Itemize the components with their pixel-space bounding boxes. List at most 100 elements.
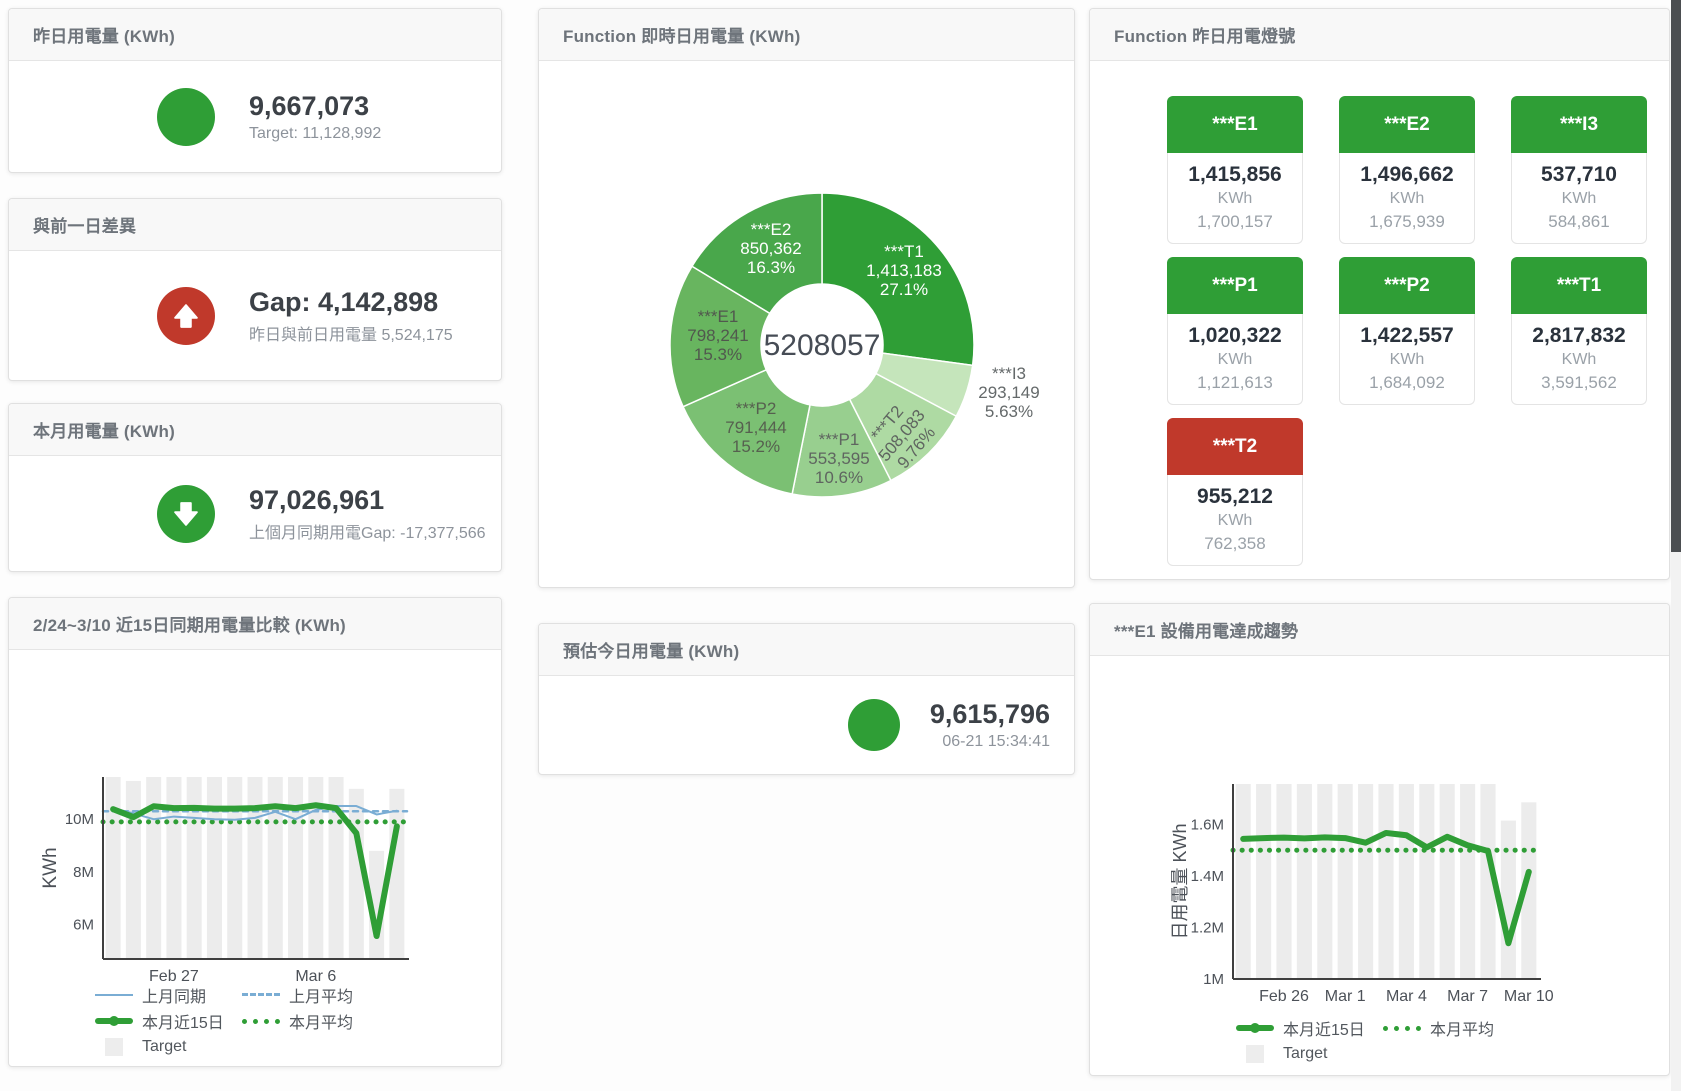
realtime-donut-chart[interactable]: ***T11,413,18327.1%***I3293,1495.63%***T… [539, 61, 1074, 587]
target-bar[interactable] [1236, 784, 1251, 979]
card-compare-chart: 2/24~3/10 近15日同期用電量比較 (KWh) 6M8M10MFeb 2… [8, 597, 502, 1067]
target-bar[interactable] [1440, 784, 1455, 979]
status-tile: ***P1 1,020,322 KWh 1,121,613 [1167, 257, 1303, 405]
legend-label: 上月同期 [142, 983, 206, 1007]
trend-chart[interactable]: 1M1.2M1.4M1.6MFeb 26Mar 1Mar 4Mar 7Mar 1… [1090, 656, 1669, 1075]
target-bar[interactable] [288, 777, 303, 959]
target-bar[interactable] [207, 777, 222, 959]
target-bar[interactable] [1297, 784, 1312, 979]
card-month-body: 97,026,961 上個月同期用電Gap: -17,377,566 [9, 456, 501, 571]
legend-item[interactable]: 本月近15日 [95, 1009, 242, 1033]
target-bar[interactable] [126, 781, 141, 959]
legend-item[interactable]: 上月同期 [95, 983, 242, 1007]
card-yesterday-header: 昨日用電量 (KWh) [9, 9, 501, 61]
status-tile-header: ***T2 [1167, 418, 1303, 475]
legend-label: Target [142, 1038, 186, 1056]
y-tick-label: 1.2M [1191, 919, 1224, 936]
status-tile: ***E2 1,496,662 KWh 1,675,939 [1339, 96, 1475, 244]
status-tile-header: ***P2 [1339, 257, 1475, 314]
y-axis-title: 日用電量 KWh [1170, 823, 1190, 939]
status-tile-unit: KWh [1342, 188, 1472, 210]
legend-label: 上月平均 [289, 983, 353, 1007]
card-yesterday-title: 昨日用電量 (KWh) [33, 22, 175, 47]
status-tile-unit: KWh [1514, 188, 1644, 210]
card-estimate-header: 預估今日用電量 (KWh) [539, 624, 1074, 676]
status-tile-unit: KWh [1170, 510, 1300, 532]
scrollbar-thumb[interactable] [1671, 0, 1681, 552]
legend-item[interactable]: 本月平均 [1383, 1016, 1494, 1040]
arrow-down-icon [157, 485, 215, 543]
status-tile-unit: KWh [1514, 349, 1644, 371]
status-tile-target: 1,675,939 [1342, 210, 1472, 233]
status-tile-target: 1,700,157 [1170, 210, 1300, 233]
status-tile-body: 2,817,832 KWh 3,591,562 [1511, 314, 1647, 405]
target-bar[interactable] [248, 777, 263, 959]
target-bar[interactable] [329, 777, 344, 959]
status-tile-header: ***I3 [1511, 96, 1647, 153]
status-circle-green-icon [157, 88, 215, 146]
target-bar[interactable] [1276, 784, 1291, 979]
legend-label: 本月平均 [289, 1009, 353, 1033]
x-tick-label: Mar 1 [1325, 988, 1366, 1005]
target-bar[interactable] [1501, 821, 1516, 979]
target-bar[interactable] [166, 777, 181, 959]
legend-label: 本月近15日 [142, 1009, 224, 1033]
status-tile: ***T1 2,817,832 KWh 3,591,562 [1511, 257, 1647, 405]
target-bar[interactable] [227, 777, 242, 959]
y-tick-label: 6M [73, 917, 94, 934]
y-tick-label: 10M [65, 811, 94, 828]
legend-item[interactable]: Target [95, 1038, 186, 1056]
target-bar[interactable] [1460, 784, 1475, 979]
card-month-usage: 本月用電量 (KWh) 97,026,961 上個月同期用電Gap: -17,3… [8, 403, 502, 572]
legend-label: 本月近15日 [1283, 1016, 1365, 1040]
status-tile-body: 1,422,557 KWh 1,684,092 [1339, 314, 1475, 405]
yesterday-usage-target: Target: 11,128,992 [249, 125, 381, 143]
target-bar[interactable] [1317, 784, 1332, 979]
legend-item[interactable]: Target [1236, 1045, 1327, 1063]
month-usage-value: 97,026,961 [249, 485, 486, 515]
status-tile: ***P2 1,422,557 KWh 1,684,092 [1339, 257, 1475, 405]
card-yesterday-usage: 昨日用電量 (KWh) 9,667,073 Target: 11,128,992 [8, 8, 502, 173]
target-bar[interactable] [1256, 784, 1271, 979]
card-compare-body: 6M8M10MFeb 27Mar 6KWh 上月同期上月平均本月近15日本月平均… [9, 650, 501, 1066]
trend-chart-legend: 本月近15日本月平均 Target [1236, 1016, 1494, 1068]
status-tile-target: 584,861 [1514, 210, 1644, 233]
target-bar[interactable] [106, 777, 121, 959]
status-tile-target: 3,591,562 [1514, 371, 1644, 394]
donut-slice-label: ***I3293,1495.63% [978, 364, 1039, 421]
y-tick-label: 1.4M [1191, 868, 1224, 885]
target-bar[interactable] [1338, 784, 1353, 979]
legend-item[interactable]: 上月平均 [242, 983, 353, 1007]
target-bar[interactable] [187, 777, 202, 959]
energy-dashboard: 昨日用電量 (KWh) 9,667,073 Target: 11,128,992… [0, 0, 1681, 1091]
status-tile-header: ***E2 [1339, 96, 1475, 153]
status-tile-value: 1,496,662 [1342, 162, 1472, 188]
card-month-title: 本月用電量 (KWh) [33, 417, 175, 442]
scrollbar[interactable] [1671, 0, 1681, 1091]
target-bar[interactable] [389, 789, 404, 959]
estimate-value: 9,615,796 [930, 699, 1050, 729]
target-bar[interactable] [1358, 784, 1373, 979]
card-month-header: 本月用電量 (KWh) [9, 404, 501, 456]
card-day-gap-title: 與前一日差異 [33, 212, 136, 237]
card-trend-chart: ***E1 設備用電達成趨勢 1M1.2M1.4M1.6MFeb 26Mar 1… [1089, 603, 1670, 1076]
status-tile-unit: KWh [1170, 188, 1300, 210]
card-estimate-title: 預估今日用電量 (KWh) [563, 637, 739, 662]
target-bar[interactable] [1419, 784, 1434, 979]
status-tile-target: 1,684,092 [1342, 371, 1472, 394]
y-tick-label: 1.6M [1191, 816, 1224, 833]
green-thick-swatch-icon [95, 1011, 133, 1031]
legend-item[interactable]: 本月近15日 [1236, 1016, 1383, 1040]
status-tile: ***I3 537,710 KWh 584,861 [1511, 96, 1647, 244]
card-trend-header: ***E1 設備用電達成趨勢 [1090, 604, 1669, 656]
arrow-up-icon [157, 287, 215, 345]
target-bar[interactable] [1399, 784, 1414, 979]
card-compare-header: 2/24~3/10 近15日同期用電量比較 (KWh) [9, 598, 501, 650]
y-tick-label: 8M [73, 864, 94, 881]
legend-item[interactable]: 本月平均 [242, 1009, 353, 1033]
card-lights-title: Function 昨日用電燈號 [1114, 22, 1295, 47]
target-bar[interactable] [1378, 784, 1393, 979]
grey-box-swatch-icon [105, 1038, 123, 1056]
status-tile-value: 537,710 [1514, 162, 1644, 188]
status-tile-body: 537,710 KWh 584,861 [1511, 153, 1647, 244]
